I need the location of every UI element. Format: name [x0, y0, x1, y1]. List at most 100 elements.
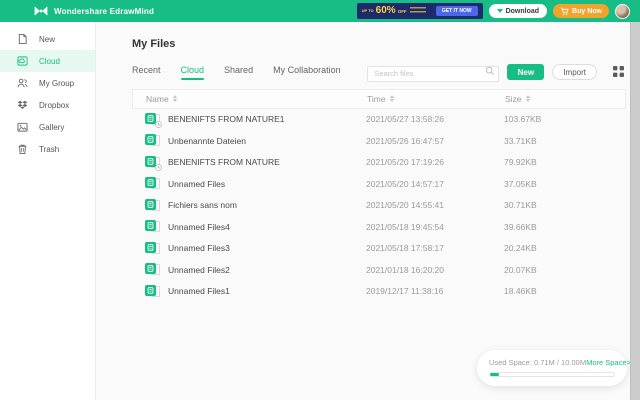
file-name: Unnamed Files3 — [168, 243, 230, 253]
sidebar-item-label: Dropbox — [39, 101, 69, 110]
table-row[interactable]: Fichiers sans nom 2021/05/20 14:55:4130.7… — [132, 195, 626, 217]
more-space-link[interactable]: More Space> — [586, 358, 631, 367]
file-name: Unnamed Files4 — [168, 222, 230, 232]
file-name-cell: Unnamed Files2 — [145, 263, 366, 276]
table-row[interactable]: BENENIFTS FROM NATURE2021/05/20 17:19:26… — [132, 152, 626, 174]
tab-recent[interactable]: Recent — [132, 65, 161, 80]
file-name: Unbenannte Dateien — [168, 136, 246, 146]
sidebar-item-label: Gallery — [39, 123, 64, 132]
file-size-cell: 79.92KB — [504, 157, 626, 167]
promo-banner[interactable]: UP TO 60% OFF GET IT NOW — [357, 3, 483, 19]
search-box — [367, 63, 499, 82]
file-name: Unnamed Files — [168, 179, 225, 189]
file-size-cell: 103.67KB — [504, 114, 626, 124]
file-icon — [145, 199, 160, 212]
file-time-cell: 2021/05/18 17:58:17 — [366, 243, 504, 253]
main-panel: My Files Recent Cloud Shared My Collabor… — [96, 22, 640, 400]
file-time-cell: 2019/12/17 11:38:16 — [366, 286, 504, 296]
file-icon — [145, 263, 160, 276]
cloud-icon — [17, 55, 28, 67]
sync-clock-badge — [155, 164, 162, 171]
file-time-cell: 2021/05/18 19:45:54 — [366, 222, 504, 232]
files-table: Name Time Size BENENIFTS FROM NATURE1202… — [132, 89, 626, 303]
file-time-cell: 2021/05/26 16:47:57 — [366, 136, 504, 146]
user-avatar[interactable] — [615, 4, 630, 19]
group-icon — [17, 77, 28, 89]
window-right-gutter — [630, 22, 640, 400]
promo-percent-label: 60% — [376, 6, 396, 16]
used-space-label: Used Space: — [489, 358, 532, 367]
table-row[interactable]: BENENIFTS FROM NATURE1 2021/05/27 13:58:2… — [132, 109, 626, 131]
file-name-cell: Unbenannte Dateien — [145, 134, 366, 147]
file-size-cell: 30.71KB — [504, 200, 626, 210]
download-button[interactable]: Download — [489, 4, 547, 18]
file-icon — [145, 177, 160, 190]
promo-off-label: OFF — [398, 9, 407, 14]
file-time-cell: 2021/01/18 16:20:20 — [366, 265, 504, 275]
brand-name: Wondershare EdrawMind — [54, 7, 154, 16]
sidebar-item-cloud[interactable]: Cloud — [0, 50, 95, 72]
promo-cta-button[interactable]: GET IT NOW — [436, 6, 478, 16]
sidebar-item-my-group[interactable]: My Group — [0, 72, 95, 94]
edrawmind-logo-icon — [34, 5, 48, 17]
top-bar: Wondershare EdrawMind UP TO 60% OFF GET … — [0, 0, 640, 22]
import-button[interactable]: Import — [552, 64, 597, 80]
buy-now-button[interactable]: Buy Now — [553, 4, 609, 18]
file-time-cell: 2021/05/20 14:57:17 — [366, 179, 504, 189]
sidebar-item-label: New — [39, 35, 55, 44]
table-row[interactable]: Unbenannte Dateien2021/05/26 16:47:5733.… — [132, 130, 626, 152]
column-header-size: Size — [505, 94, 522, 104]
sort-icon-name[interactable] — [173, 95, 177, 102]
file-name-cell: BENENIFTS FROM NATURE — [145, 156, 366, 169]
new-button[interactable]: New — [507, 64, 544, 80]
file-name-cell: Unnamed Files1 — [145, 285, 366, 298]
file-name-cell: BENENIFTS FROM NATURE1 — [145, 113, 366, 126]
sidebar-item-trash[interactable]: Trash — [0, 138, 95, 160]
tab-cloud[interactable]: Cloud — [181, 65, 205, 80]
buy-now-label: Buy Now — [572, 8, 602, 15]
file-name: BENENIFTS FROM NATURE — [168, 157, 280, 167]
toolbar: Recent Cloud Shared My Collaboration New… — [132, 63, 626, 82]
file-icon — [145, 113, 160, 126]
file-time-cell: 2021/05/27 13:58:26 — [366, 114, 504, 124]
grid-view-icon — [612, 65, 625, 78]
file-icon — [145, 134, 160, 147]
sidebar-item-new[interactable]: New — [0, 28, 95, 50]
table-row[interactable]: Unnamed Files1 2019/12/17 11:38:1618.46KB — [132, 281, 626, 303]
file-name: Fichiers sans nom — [168, 200, 237, 210]
storage-progress-track — [489, 372, 615, 377]
sidebar-item-label: My Group — [39, 79, 74, 88]
new-file-icon — [17, 33, 28, 45]
grid-view-toggle[interactable] — [611, 65, 626, 80]
file-name: Unnamed Files1 — [168, 286, 230, 296]
sidebar-item-dropbox[interactable]: Dropbox — [0, 94, 95, 116]
file-name-cell: Fichiers sans nom — [145, 199, 366, 212]
storage-progress-fill — [490, 373, 499, 376]
tab-my-collaboration[interactable]: My Collaboration — [273, 65, 341, 80]
sidebar-item-gallery[interactable]: Gallery — [0, 116, 95, 138]
cart-icon — [560, 7, 569, 16]
file-size-cell: 37.05KB — [504, 179, 626, 189]
file-time-cell: 2021/05/20 14:55:41 — [366, 200, 504, 210]
download-arrow-icon — [497, 9, 503, 13]
used-space-value: 0.71M / 10.00M — [534, 358, 586, 367]
table-row[interactable]: Unnamed Files22021/01/18 16:20:2020.07KB — [132, 259, 626, 281]
sort-icon-size[interactable] — [526, 95, 530, 102]
tab-bar: Recent Cloud Shared My Collaboration — [132, 65, 341, 80]
tab-shared[interactable]: Shared — [224, 65, 253, 80]
file-icon — [145, 156, 160, 169]
table-row[interactable]: Unnamed Files 2021/05/20 14:57:1737.05KB — [132, 173, 626, 195]
column-header-time: Time — [367, 94, 386, 104]
file-size-cell: 18.46KB — [504, 286, 626, 296]
table-row[interactable]: Unnamed Files32021/05/18 17:58:1720.24KB — [132, 238, 626, 260]
search-input[interactable] — [367, 66, 499, 82]
file-name: BENENIFTS FROM NATURE1 — [168, 114, 285, 124]
table-row[interactable]: Unnamed Files42021/05/18 19:45:5439.66KB — [132, 216, 626, 238]
file-name-cell: Unnamed Files — [145, 177, 366, 190]
table-body: BENENIFTS FROM NATURE1 2021/05/27 13:58:2… — [132, 109, 626, 303]
file-icon — [145, 285, 160, 298]
sort-icon-time[interactable] — [390, 95, 394, 102]
promo-upto-label: UP TO — [362, 9, 374, 13]
search-icon — [485, 66, 495, 76]
sidebar-item-label: Cloud — [39, 57, 60, 66]
